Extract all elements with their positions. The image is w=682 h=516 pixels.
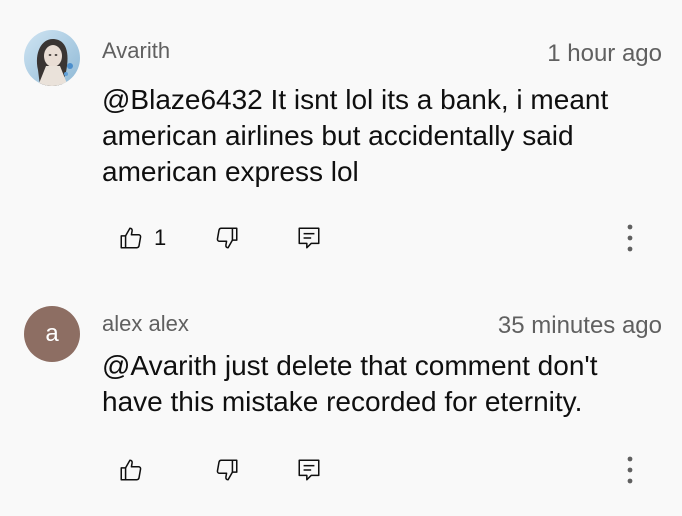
reply-button[interactable] — [296, 454, 322, 486]
comment-author[interactable]: alex alex — [102, 311, 189, 337]
comment-author[interactable]: Avarith — [102, 38, 170, 64]
like-button[interactable]: 1 — [118, 222, 166, 254]
user-photo-avatar-icon — [24, 30, 80, 86]
like-button[interactable] — [118, 454, 144, 486]
thumbs-up-icon — [120, 459, 142, 481]
comment-timestamp: 1 hour ago — [547, 40, 662, 67]
comment-text: @Avarith just delete that comment don't … — [102, 350, 598, 417]
thumbs-down-icon — [216, 227, 238, 249]
like-count: 1 — [154, 225, 167, 250]
comment-actions: 1 — [118, 222, 662, 254]
more-options-button[interactable] — [618, 222, 642, 254]
comment-timestamp: 35 minutes ago — [497, 312, 662, 339]
reply-comment-icon — [298, 227, 320, 249]
avatar[interactable] — [24, 30, 80, 86]
comment-item: a alex alex 35 minutes ago @Avarith just… — [0, 290, 682, 516]
dislike-button[interactable] — [214, 222, 240, 254]
thumbs-down-icon — [216, 459, 238, 481]
more-vertical-icon — [627, 456, 633, 484]
more-options-button[interactable] — [618, 454, 642, 486]
reply-button[interactable] — [296, 222, 322, 254]
reply-comment-icon — [298, 459, 320, 481]
thumbs-up-icon — [120, 227, 142, 249]
comment-actions — [118, 454, 662, 486]
dislike-button[interactable] — [214, 454, 240, 486]
more-vertical-icon — [627, 224, 633, 252]
comment-item: Avarith 1 hour ago @Blaze6432 It isnt lo… — [0, 0, 682, 270]
avatar-letter: a — [45, 320, 59, 347]
avatar[interactable]: a — [24, 306, 80, 362]
comment-text: @Blaze6432 It isnt lol its a bank, i mea… — [102, 84, 609, 187]
